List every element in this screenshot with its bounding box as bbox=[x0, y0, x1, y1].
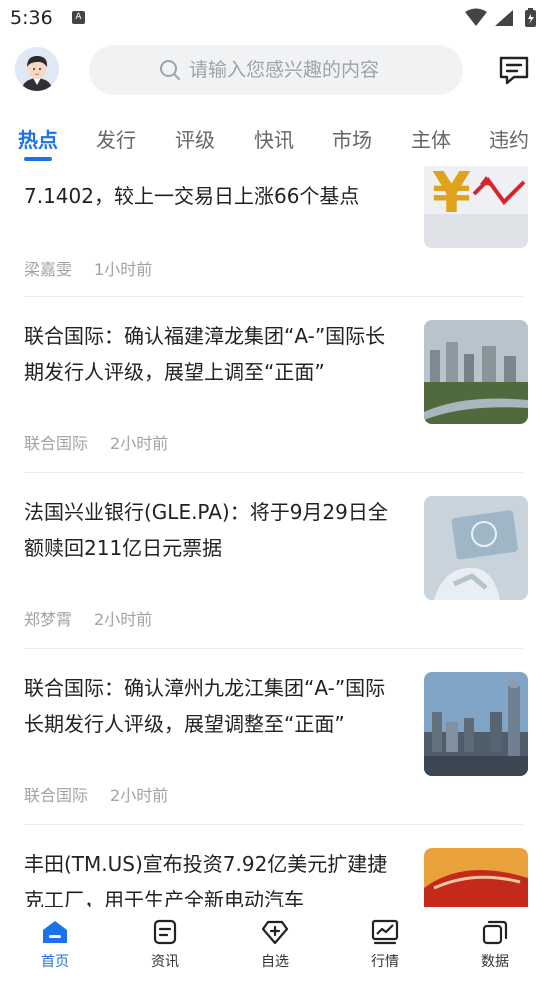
nav-label: 资讯 bbox=[151, 954, 179, 970]
status-time: 5:36 bbox=[10, 7, 53, 29]
news-time: 2小时前 bbox=[110, 786, 169, 805]
divider bbox=[24, 296, 523, 297]
tab-flash[interactable]: 快讯 bbox=[254, 124, 294, 153]
nav-market[interactable]: 行情 bbox=[345, 917, 425, 971]
search-icon bbox=[160, 60, 180, 80]
nav-home[interactable]: 首页 bbox=[15, 917, 95, 971]
news-thumbnail bbox=[424, 848, 528, 907]
tab-default[interactable]: 违约 bbox=[489, 124, 529, 153]
news-item[interactable]: 7.1402，较上一交易日上涨66个基点 梁嘉雯 1小时前 ¥ bbox=[24, 166, 528, 286]
watchlist-icon bbox=[261, 920, 289, 945]
news-thumbnail: ¥ bbox=[424, 166, 528, 248]
news-item[interactable]: 联合国际：确认福建漳龙集团“A-”国际长期发行人评级，展望上调至“正面” 联合国… bbox=[24, 318, 528, 468]
yuan-chart-icon: ¥ bbox=[424, 166, 528, 248]
nav-label: 数据 bbox=[481, 954, 509, 970]
news-thumbnail bbox=[424, 496, 528, 600]
news-meta: 梁嘉雯 1小时前 bbox=[24, 256, 152, 280]
signal-icon bbox=[495, 10, 513, 26]
search-bar[interactable] bbox=[89, 45, 463, 95]
bottom-navigation: 首页 资讯 自选 行情 数据 bbox=[0, 907, 551, 981]
news-thumbnail bbox=[424, 672, 528, 776]
news-time: 2小时前 bbox=[94, 610, 153, 629]
system-status-icons bbox=[465, 8, 536, 27]
avatar[interactable] bbox=[15, 47, 59, 91]
divider bbox=[24, 472, 523, 473]
news-time: 1小时前 bbox=[94, 260, 153, 279]
tab-issuance[interactable]: 发行 bbox=[96, 124, 136, 153]
news-meta: 郑梦霄 2小时前 bbox=[24, 606, 152, 630]
news-author: 郑梦霄 bbox=[24, 610, 73, 629]
news-icon bbox=[153, 919, 177, 945]
nav-data[interactable]: 数据 bbox=[455, 917, 535, 971]
header bbox=[0, 36, 551, 106]
news-item[interactable]: 法国兴业银行(GLE.PA)：将于9月29日全额赎回211亿日元票据 郑梦霄 2小… bbox=[24, 494, 528, 644]
nav-news[interactable]: 资讯 bbox=[125, 917, 205, 971]
message-icon[interactable] bbox=[497, 54, 531, 86]
category-tabs: 热点 发行 评级 快讯 市场 主体 违约 bbox=[0, 106, 551, 166]
nav-label: 自选 bbox=[261, 954, 289, 970]
skyline-photo bbox=[424, 672, 528, 776]
divider bbox=[24, 824, 523, 825]
city-river-photo bbox=[424, 320, 528, 424]
tab-entity[interactable]: 主体 bbox=[411, 124, 451, 153]
news-title: 丰田(TM.US)宣布投资7.92亿美元扩建捷克工厂，用于生产全新电动汽车 bbox=[24, 852, 388, 907]
news-thumbnail bbox=[424, 320, 528, 424]
red-car-photo bbox=[424, 848, 528, 907]
tab-hot[interactable]: 热点 bbox=[18, 124, 58, 153]
active-tab-indicator bbox=[24, 157, 52, 161]
news-author: 联合国际 bbox=[24, 434, 89, 453]
notification-icon: A bbox=[72, 11, 85, 24]
search-input[interactable] bbox=[189, 56, 449, 84]
tab-market[interactable]: 市场 bbox=[332, 124, 372, 153]
news-title: 联合国际：确认漳州九龙江集团“A-”国际长期发行人评级，展望调整至“正面” bbox=[24, 676, 386, 736]
news-title: 法国兴业银行(GLE.PA)：将于9月29日全额赎回211亿日元票据 bbox=[24, 500, 388, 560]
news-feed[interactable]: 7.1402，较上一交易日上涨66个基点 梁嘉雯 1小时前 ¥ 联合国际：确认福建… bbox=[0, 166, 551, 907]
nav-label: 首页 bbox=[41, 954, 69, 970]
nav-watchlist[interactable]: 自选 bbox=[235, 917, 315, 971]
market-chart-icon bbox=[371, 919, 399, 945]
news-item[interactable]: 丰田(TM.US)宣布投资7.92亿美元扩建捷克工厂，用于生产全新电动汽车 bbox=[24, 846, 528, 907]
divider bbox=[24, 648, 523, 649]
home-icon bbox=[43, 921, 67, 943]
news-title: 联合国际：确认福建漳龙集团“A-”国际长期发行人评级，展望上调至“正面” bbox=[24, 324, 386, 384]
tab-rating[interactable]: 评级 bbox=[175, 124, 215, 153]
news-meta: 联合国际 2小时前 bbox=[24, 782, 168, 806]
fintech-photo bbox=[424, 496, 528, 600]
status-bar: 5:36 A bbox=[0, 0, 551, 36]
wifi-icon bbox=[465, 8, 487, 26]
news-author: 联合国际 bbox=[24, 786, 89, 805]
news-title: 7.1402，较上一交易日上涨66个基点 bbox=[24, 184, 360, 208]
data-icon bbox=[482, 920, 508, 945]
nav-label: 行情 bbox=[371, 954, 399, 970]
news-time: 2小时前 bbox=[110, 434, 169, 453]
svg-text:¥: ¥ bbox=[432, 166, 471, 226]
news-item[interactable]: 联合国际：确认漳州九龙江集团“A-”国际长期发行人评级，展望调整至“正面” 联合… bbox=[24, 670, 528, 820]
news-author: 梁嘉雯 bbox=[24, 260, 73, 279]
news-meta: 联合国际 2小时前 bbox=[24, 430, 168, 454]
